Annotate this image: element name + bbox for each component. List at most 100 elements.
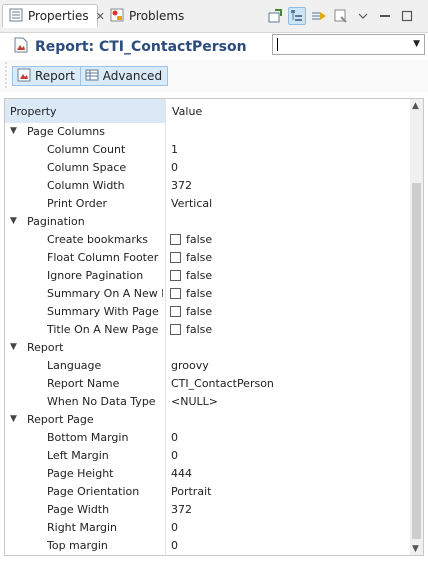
property-row[interactable]: Language groovy [5,357,410,375]
property-row[interactable]: Page Orientation Portrait [5,483,410,501]
property-value[interactable]: 0 [171,431,178,444]
property-row[interactable]: Title On A New Page false [5,321,410,339]
section-advanced-button[interactable]: Advanced [79,67,167,85]
property-name: Language [47,359,102,372]
property-value[interactable]: groovy [171,359,209,372]
section-report-button[interactable]: Report [13,67,80,85]
property-value[interactable]: Portrait [171,485,211,498]
property-checkbox[interactable] [170,270,181,281]
view-toolbar [266,7,416,25]
property-value[interactable]: 372 [171,503,192,516]
property-checkbox[interactable] [170,252,181,263]
vertical-scrollbar[interactable]: ▲ ▼ [410,99,423,555]
column-divider [165,321,166,339]
page-title: Report: CTI_ContactPerson [14,37,247,57]
minimize-button[interactable] [376,7,394,25]
category-row[interactable]: ▼ Pagination [5,213,410,231]
collapse-arrow-icon[interactable]: ▼ [10,342,17,352]
property-name: Summary With Page Header [47,305,163,318]
property-value: false [186,233,213,246]
property-row[interactable]: Create bookmarks false [5,231,410,249]
properties-icon [9,8,23,25]
property-row[interactable]: Top margin 0 [5,537,410,555]
property-value[interactable]: 444 [171,467,192,480]
property-value[interactable]: <NULL> [171,395,218,408]
maximize-button[interactable] [398,7,416,25]
column-header-property[interactable]: Property [10,105,57,118]
property-value[interactable]: 0 [171,539,178,552]
property-name: Top margin [47,539,108,552]
show-categories-button[interactable] [288,7,306,25]
property-row[interactable]: Bottom Margin 0 [5,429,410,447]
column-divider [165,483,166,501]
property-name: Report Name [47,377,120,390]
category-row[interactable]: ▼ Report [5,339,410,357]
scroll-down-icon[interactable]: ▼ [412,544,419,554]
property-row[interactable]: Summary With Page Header false [5,303,410,321]
category-row[interactable]: ▼ Page Columns [5,123,410,141]
property-name: Page Width [47,503,110,516]
pin-view-button[interactable] [266,7,284,25]
maximize-icon [401,10,413,22]
property-checkbox[interactable] [170,324,181,335]
property-row[interactable]: Column Count 1 [5,141,410,159]
property-name: When No Data Type [47,395,156,408]
property-row[interactable]: Summary On A New Page false [5,285,410,303]
section-advanced-label: Advanced [102,69,163,83]
collapse-arrow-icon[interactable]: ▼ [10,414,17,424]
category-row[interactable]: ▼ Report Page [5,411,410,429]
show-advanced-button[interactable] [310,7,328,25]
property-checkbox[interactable] [170,288,181,299]
tab-properties[interactable]: Properties ✕ [2,4,105,28]
view-menu-button[interactable] [354,7,372,25]
column-divider [165,267,166,285]
property-value: false [186,305,213,318]
property-row[interactable]: Right Margin 0 [5,519,410,537]
column-divider [165,429,166,447]
property-row[interactable]: Column Width 372 [5,177,410,195]
column-header-value[interactable]: Value [172,105,202,118]
property-name: Right Margin [47,521,118,534]
property-name: Column Width [47,179,125,192]
property-rows: ▼ Page Columns Column Count 1 Column Space 0 C… [5,123,410,555]
property-checkbox[interactable] [170,306,181,317]
property-value: false [186,323,213,336]
property-value[interactable]: Vertical [171,197,212,210]
scroll-up-icon[interactable]: ▲ [412,101,419,111]
property-checkbox[interactable] [170,234,181,245]
property-row[interactable]: Page Width 372 [5,501,410,519]
property-row[interactable]: Report Name CTI_ContactPerson [5,375,410,393]
column-divider [165,375,166,393]
property-row[interactable]: Page Height 444 [5,465,410,483]
element-combo-box[interactable]: ▼ [272,34,425,55]
property-value[interactable]: 0 [171,521,178,534]
column-divider [165,159,166,177]
minimize-icon [380,15,390,17]
property-row[interactable]: Ignore Pagination false [5,267,410,285]
property-row[interactable]: Column Space 0 [5,159,410,177]
scrollbar-thumb[interactable] [412,183,421,539]
property-value[interactable]: CTI_ContactPerson [171,377,274,390]
category-label: Page Columns [27,125,105,138]
property-value: false [186,269,213,282]
collapse-arrow-icon[interactable]: ▼ [10,126,17,136]
property-value[interactable]: 372 [171,179,192,192]
property-name: Print Order [47,197,108,210]
column-divider [165,501,166,519]
property-row[interactable]: Left Margin 0 [5,447,410,465]
property-row[interactable]: When No Data Type <NULL> [5,393,410,411]
column-divider [165,465,166,483]
property-row[interactable]: Float Column Footer false [5,249,410,267]
property-name: Page Height [47,467,114,480]
restore-default-button[interactable] [332,7,350,25]
property-row[interactable]: Print Order Vertical [5,195,410,213]
collapse-arrow-icon[interactable]: ▼ [10,216,17,226]
property-value: false [186,251,213,264]
toolbar-grip-icon [5,62,7,88]
category-label: Pagination [27,215,85,228]
property-value[interactable]: 1 [171,143,178,156]
property-value[interactable]: 0 [171,449,178,462]
tab-problems[interactable]: Problems [104,4,190,28]
chevron-down-icon[interactable]: ▼ [413,39,420,49]
property-value[interactable]: 0 [171,161,178,174]
